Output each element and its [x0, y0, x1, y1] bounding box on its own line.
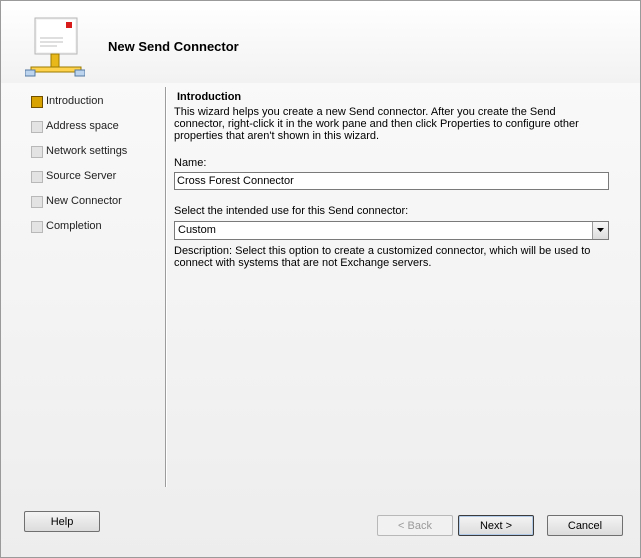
name-label: Name: — [174, 157, 207, 169]
step-indicator — [31, 146, 43, 158]
next-button[interactable]: Next > — [458, 515, 534, 536]
step-indicator — [31, 196, 43, 208]
nav-step-network-settings: Network settings — [31, 145, 151, 161]
nav-step-source-server: Source Server — [31, 170, 151, 186]
nav-step-label: Completion — [46, 220, 102, 232]
intended-use-label: Select the intended use for this Send co… — [174, 205, 409, 217]
step-indicator — [31, 171, 43, 183]
dropdown-arrow-icon[interactable] — [592, 222, 608, 239]
send-connector-icon — [24, 17, 86, 79]
step-indicator — [31, 221, 43, 233]
nav-step-label: New Connector — [46, 195, 122, 207]
wizard-header: New Send Connector — [1, 1, 640, 83]
intended-use-value: Custom — [178, 224, 216, 236]
step-current-indicator — [31, 96, 43, 108]
nav-step-completion: Completion — [31, 220, 151, 236]
step-indicator — [31, 121, 43, 133]
wizard-window: New Send Connector Introduction Address … — [0, 0, 641, 558]
vertical-divider — [165, 87, 166, 487]
nav-step-label: Source Server — [46, 170, 117, 182]
intro-text: This wizard helps you create a new Send … — [174, 106, 579, 142]
nav-step-label: Introduction — [46, 95, 104, 107]
section-title: Introduction — [177, 91, 242, 103]
nav-step-address-space: Address space — [31, 120, 151, 136]
cancel-button[interactable]: Cancel — [547, 515, 623, 536]
wizard-title: New Send Connector — [108, 39, 239, 54]
nav-step-new-connector: New Connector — [31, 195, 151, 211]
nav-step-introduction: Introduction — [31, 95, 151, 111]
description-text: Description: Select this option to creat… — [174, 245, 591, 269]
intended-use-select[interactable]: Custom — [174, 221, 609, 240]
back-button[interactable]: < Back — [377, 515, 453, 536]
nav-step-label: Address space — [46, 120, 119, 132]
help-button[interactable]: Help — [24, 511, 100, 532]
name-input[interactable]: Cross Forest Connector — [174, 172, 609, 190]
nav-step-label: Network settings — [46, 145, 128, 157]
